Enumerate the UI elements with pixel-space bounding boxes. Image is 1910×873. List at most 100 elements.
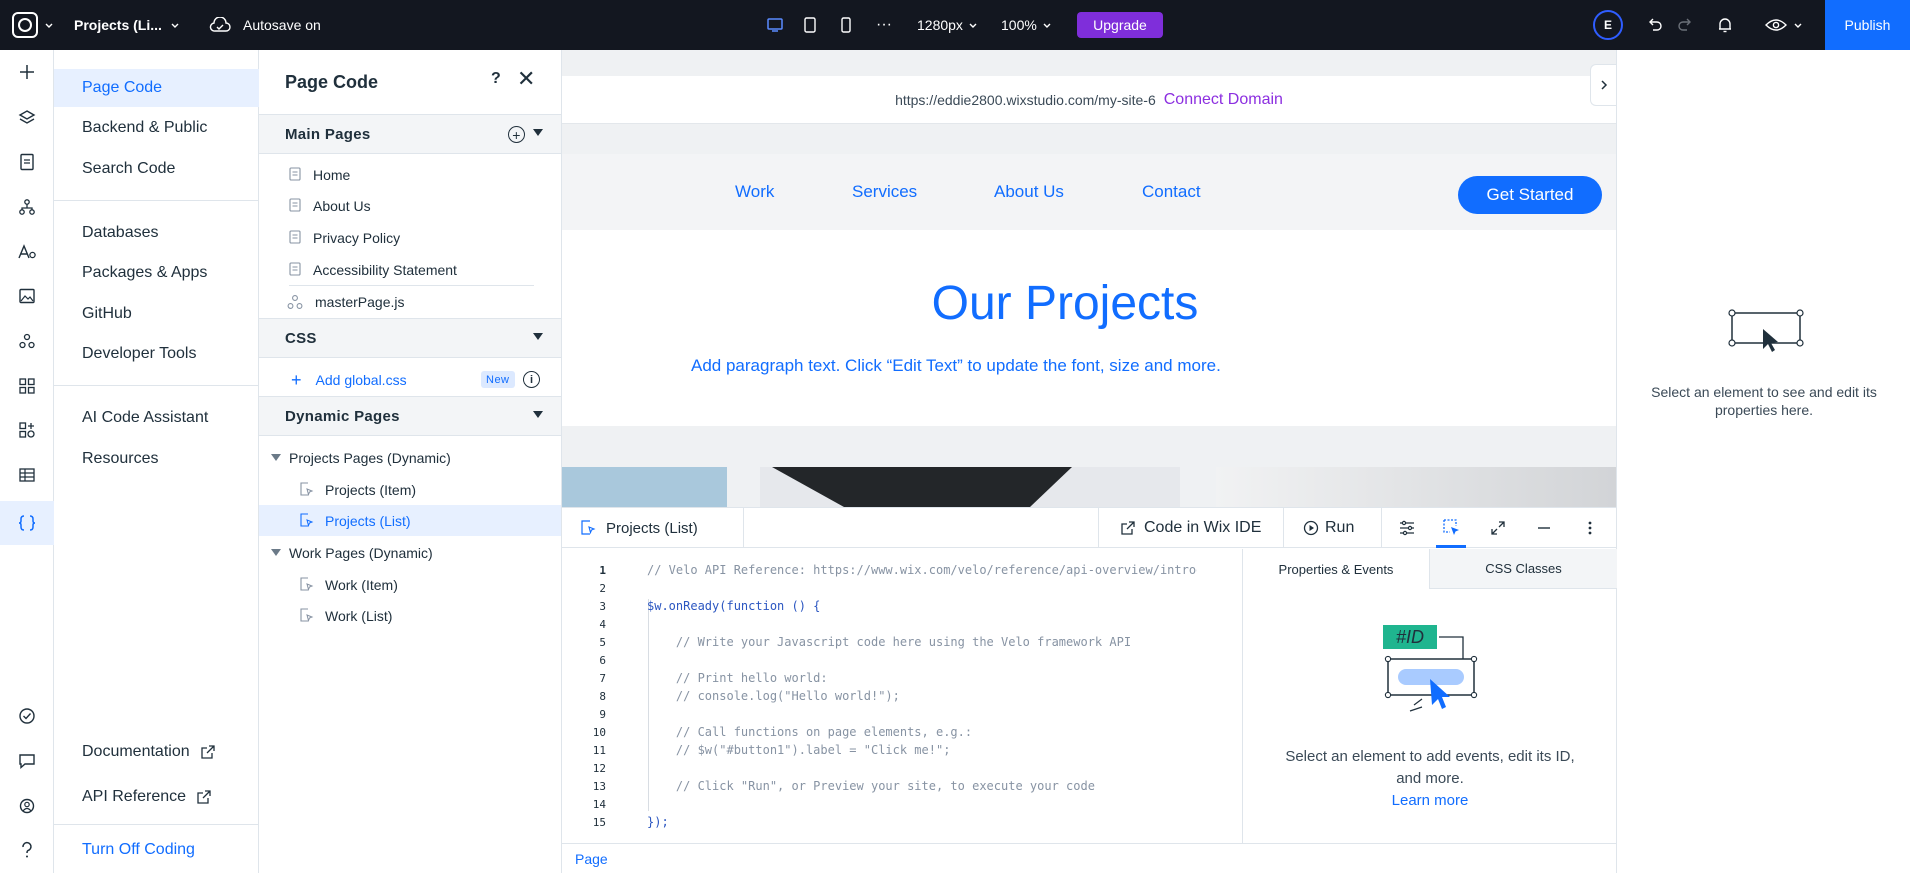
community-icon[interactable] [15,794,39,818]
menu-packages-apps[interactable]: Packages & Apps [54,254,259,292]
help-button[interactable]: ? [491,70,501,88]
menu-api-reference[interactable]: API Reference [54,778,259,816]
close-icon[interactable]: ✕ [517,66,535,92]
logo-menu-chevron-icon[interactable] [44,0,54,50]
menu-developer-tools[interactable]: Developer Tools [54,335,259,373]
project-image[interactable] [562,467,727,507]
properties-toggle-icon[interactable] [1398,508,1416,548]
menu-documentation[interactable]: Documentation [54,733,259,771]
pages-icon[interactable] [15,150,39,174]
menu-databases[interactable]: Databases [54,214,259,252]
menu-github[interactable]: GitHub [54,295,259,333]
page-item-projects-list[interactable]: Projects (List) [259,505,561,536]
collapse-triangle-icon[interactable] [533,129,543,136]
zoom-dropdown[interactable]: 100% [1001,0,1052,50]
learn-more-link[interactable]: Learn more [1392,792,1469,809]
autosave-status[interactable]: Autosave on [209,0,321,50]
css-header[interactable]: CSS [259,318,561,358]
run-button[interactable]: Run [1303,508,1354,548]
select-element-icon[interactable] [1436,508,1466,548]
bell-icon[interactable] [1716,0,1734,50]
dynamic-pages-header[interactable]: Dynamic Pages [259,396,561,436]
minimize-icon[interactable] [1536,508,1552,548]
collapse-triangle-icon[interactable] [533,333,543,340]
menu-backend-public[interactable]: Backend & Public [54,109,259,147]
table-icon[interactable] [15,463,39,487]
design-fonts-icon[interactable] [15,240,39,264]
file-tab-projects-list[interactable]: Projects (List) [562,508,744,548]
id-illustration-icon: #ID [1383,625,1478,712]
preview-icon[interactable] [1765,0,1803,50]
page-item-projects-item[interactable]: Projects (Item) [259,474,561,505]
collapse-inspector-button[interactable] [1590,64,1616,106]
projects-section[interactable]: Our Projects Add paragraph text. Click “… [562,230,1616,426]
collapse-triangle-icon[interactable] [533,411,543,418]
site-header[interactable]: Work Services About Us Contact Get Start… [562,154,1616,230]
get-started-button[interactable]: Get Started [1458,176,1602,214]
page-item-about[interactable]: About Us [259,190,561,221]
help-icon[interactable] [15,838,39,862]
more-options-icon[interactable] [1588,508,1592,548]
page-item-work-list[interactable]: Work (List) [259,600,561,631]
site-nav-contact[interactable]: Contact [1142,182,1201,202]
project-image[interactable] [760,467,1180,507]
add-elements-icon[interactable] [15,60,39,84]
page-heading[interactable]: Our Projects [562,276,1592,331]
project-image[interactable] [1216,467,1616,507]
undo-icon[interactable] [1646,0,1664,50]
page-item-privacy[interactable]: Privacy Policy [259,222,561,253]
menu-search-code[interactable]: Search Code [54,150,259,188]
menu-resources[interactable]: Resources [54,440,259,478]
menu-ai-code-assistant[interactable]: AI Code Assistant [54,399,259,437]
site-nav-about[interactable]: About Us [994,182,1064,202]
menu-page-code[interactable]: Page Code [54,69,259,107]
apps-icon[interactable] [15,374,39,398]
more-breakpoints-icon[interactable]: ··· [876,0,892,50]
info-icon[interactable]: i [523,371,540,388]
width-dropdown[interactable]: 1280px [917,0,978,50]
add-page-icon[interactable]: + [508,126,525,143]
main-pages-header[interactable]: Main Pages + [259,114,561,154]
paragraph-text[interactable]: Add paragraph text. Click “Edit Text” to… [691,356,1221,376]
turn-off-coding-link[interactable]: Turn Off Coding [54,831,259,869]
publish-button[interactable]: Publish [1825,0,1910,50]
site-switcher[interactable]: Projects (Li... [74,0,180,50]
code-in-wix-ide-button[interactable]: Code in Wix IDE [1120,508,1261,548]
user-avatar[interactable]: E [1593,10,1623,40]
page-item-label: Accessibility Statement [313,261,457,278]
media-icon[interactable] [15,284,39,308]
code-braces-icon[interactable] [0,501,54,545]
code-editor[interactable]: 1 2 3 4 5 6 7 8 9 10 11 12 13 14 15 // V… [562,549,1242,843]
desktop-view-icon[interactable] [766,0,784,50]
editor-canvas[interactable]: https://eddie2800.wixstudio.com/my-site-… [562,50,1616,507]
wix-logo-icon[interactable] [12,12,38,38]
page-item-work-item[interactable]: Work (Item) [259,569,561,600]
page-item-home[interactable]: Home [259,159,561,190]
dynamic-group-work[interactable]: Work Pages (Dynamic) [259,537,561,568]
site-nav-work[interactable]: Work [735,182,774,202]
expand-icon[interactable] [1490,508,1506,548]
add-global-css-row[interactable]: + Add global.css New i [259,364,561,395]
layers-icon[interactable] [15,106,39,130]
redo-icon[interactable] [1676,0,1694,50]
css-label: CSS [285,329,317,347]
connect-domain-link[interactable]: Connect Domain [1164,91,1283,109]
file-tab-label: Projects (List) [606,519,698,537]
page-item-accessibility[interactable]: Accessibility Statement [259,254,561,285]
master-page-item[interactable]: masterPage.js [259,286,561,317]
cms-icon[interactable] [15,329,39,353]
dynamic-group-projects[interactable]: Projects Pages (Dynamic) [259,442,561,473]
status-scope-label[interactable]: Page [575,851,608,867]
site-nav-services[interactable]: Services [852,182,917,202]
chat-icon[interactable] [15,749,39,773]
tab-css-classes[interactable]: CSS Classes [1429,549,1617,589]
add-global-css-link[interactable]: Add global.css [316,372,407,388]
tab-properties-events[interactable]: Properties & Events [1243,549,1429,589]
site-structure-icon[interactable] [15,195,39,219]
panel-title: Page Code [285,72,379,92]
tablet-view-icon[interactable] [803,0,817,50]
mobile-view-icon[interactable] [841,0,851,50]
checklist-icon[interactable] [15,704,39,728]
business-apps-icon[interactable] [15,418,39,442]
upgrade-button[interactable]: Upgrade [1077,12,1163,38]
